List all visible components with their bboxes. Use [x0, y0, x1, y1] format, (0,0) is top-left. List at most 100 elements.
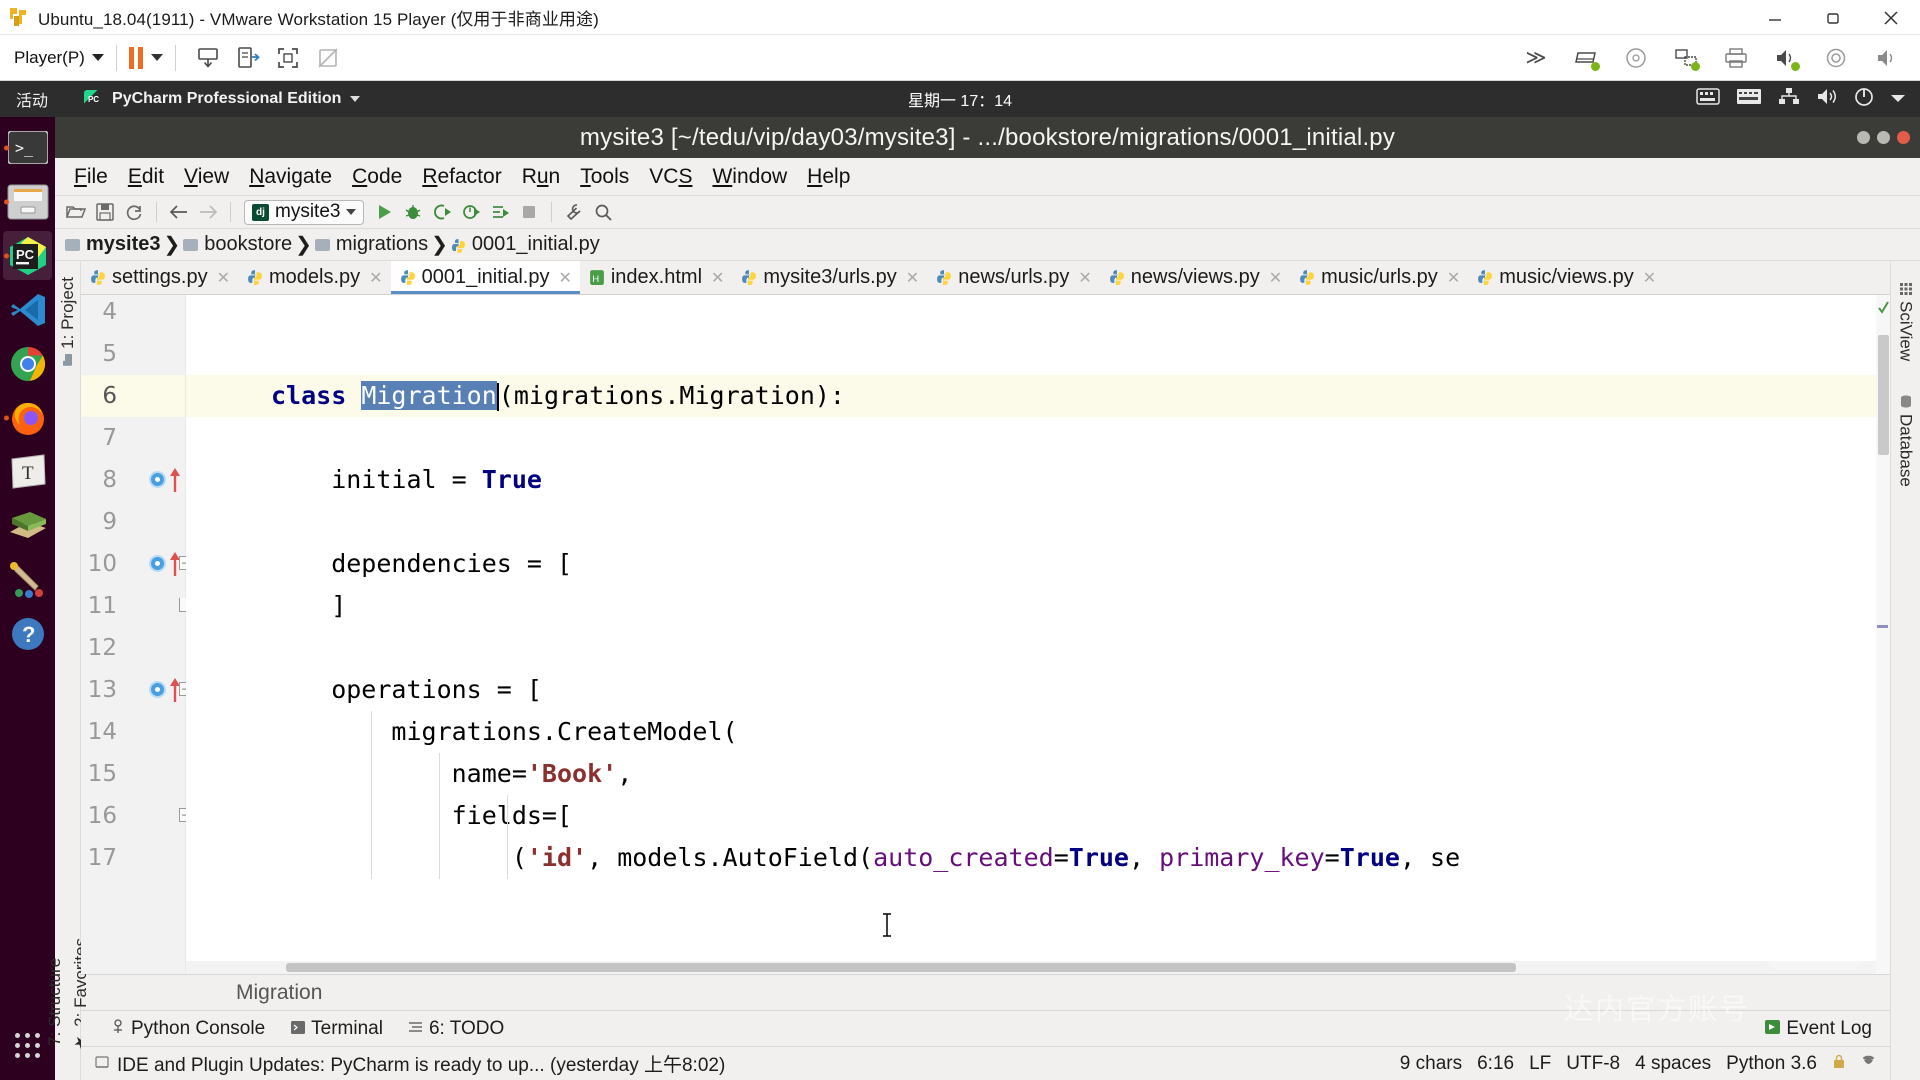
onscreen-keyboard-icon[interactable] [1696, 87, 1720, 111]
close-tab-icon[interactable]: ✕ [1447, 268, 1460, 288]
code-line[interactable] [186, 627, 1890, 669]
status-indent[interactable]: 4 spaces [1635, 1053, 1711, 1075]
network-adapter-icon[interactable] [1669, 43, 1703, 73]
menu-file[interactable]: File [65, 163, 117, 191]
unity-mode-button[interactable] [231, 43, 265, 73]
editor-tab-news-urls-py[interactable]: news/urls.py✕ [927, 261, 1100, 294]
input-method-icon[interactable] [1736, 87, 1762, 111]
editor-tab-music-urls-py[interactable]: music/urls.py✕ [1290, 261, 1468, 294]
activities-button[interactable]: 活动 [16, 87, 48, 111]
run-with-coverage-button[interactable] [429, 199, 455, 225]
status-caret-position[interactable]: 6:16 [1477, 1053, 1514, 1075]
editor-tab-settings-py[interactable]: settings.py✕ [81, 261, 238, 294]
dock-item-chrome[interactable] [3, 339, 52, 388]
status-terminal[interactable]: Terminal [291, 1018, 383, 1040]
app-menu-indicator[interactable]: PC PyCharm Professional Edition [84, 90, 360, 109]
status-interpreter[interactable]: Python 3.6 [1726, 1053, 1817, 1075]
close-tab-icon[interactable]: ✕ [558, 268, 571, 288]
dock-item-help[interactable]: ? [3, 609, 52, 658]
close-tab-icon[interactable]: ✕ [1078, 268, 1091, 288]
expand-toolbar-icon[interactable]: ≫ [1519, 43, 1553, 73]
close-tab-icon[interactable]: ✕ [1269, 268, 1282, 288]
tool-window-structure[interactable]: 7: Structure [45, 958, 65, 1046]
code-line[interactable]: initial = True [186, 459, 1890, 501]
menu-run[interactable]: Run [513, 163, 570, 191]
status-python-console[interactable]: Python Console [111, 1018, 265, 1040]
run-button[interactable] [371, 199, 397, 225]
usb-controller-icon[interactable] [1819, 43, 1853, 73]
full-screen-button[interactable] [271, 43, 305, 73]
menu-help[interactable]: Help [798, 163, 859, 191]
menu-navigate[interactable]: Navigate [240, 163, 341, 191]
dock-item-text-editor[interactable]: T [3, 447, 52, 496]
status-event-log[interactable]: Event Log [1765, 1018, 1872, 1040]
menu-tools[interactable]: Tools [571, 163, 638, 191]
breakpoint-icon[interactable] [149, 471, 166, 488]
code-line[interactable] [186, 417, 1890, 459]
maximize-button[interactable] [1877, 131, 1890, 144]
breadcrumb-0001-initial[interactable]: 0001_initial.py [451, 233, 600, 256]
speaker-icon[interactable] [1869, 43, 1903, 73]
code-line[interactable] [186, 501, 1890, 543]
clock[interactable]: 星期一 17：14 [908, 87, 1012, 111]
code-line[interactable] [186, 295, 1890, 333]
tool-window-database[interactable]: Database [1896, 387, 1916, 495]
dock-item-books[interactable] [3, 501, 52, 550]
dock-item-files[interactable] [3, 177, 52, 226]
breadcrumb-bookstore[interactable]: bookstore [183, 233, 292, 256]
menu-edit[interactable]: Edit [119, 163, 173, 191]
printer-icon[interactable] [1719, 43, 1753, 73]
debug-button[interactable] [400, 199, 426, 225]
editor-tab-0001_initial-py[interactable]: 0001_initial.py✕ [391, 261, 580, 294]
status-line-separator[interactable]: LF [1529, 1053, 1551, 1075]
minimize-button[interactable] [1746, 0, 1804, 35]
volume-icon[interactable] [1816, 87, 1838, 111]
search-everywhere-icon[interactable] [590, 199, 616, 225]
status-notification-text[interactable]: IDE and Plugin Updates: PyCharm is ready… [117, 1050, 725, 1077]
menu-vcs[interactable]: VCS [640, 163, 701, 191]
menu-refactor[interactable]: Refactor [413, 163, 510, 191]
editor-scrollbar[interactable] [1876, 295, 1890, 974]
network-icon[interactable] [1778, 87, 1800, 111]
stop-button[interactable] [516, 199, 542, 225]
tool-window-sciview[interactable]: SciView [1896, 275, 1916, 369]
navigate-back-icon[interactable] [166, 199, 192, 225]
horizontal-scrollbar-thumb[interactable] [286, 963, 1516, 972]
stretch-guest-button[interactable] [311, 43, 345, 73]
dock-item-vscode[interactable] [3, 285, 52, 334]
code-line[interactable]: operations = [ [186, 669, 1890, 711]
code-line[interactable] [186, 333, 1890, 375]
horizontal-scrollbar[interactable] [186, 961, 1876, 974]
hard-disk-icon[interactable] [1569, 43, 1603, 73]
close-tab-icon[interactable]: ✕ [369, 268, 382, 288]
code-line[interactable]: name='Book', [186, 753, 1890, 795]
dock-item-pycharm[interactable]: PC [3, 231, 52, 280]
close-button[interactable] [1862, 0, 1920, 35]
code-line[interactable]: ] [186, 585, 1890, 627]
minimize-button[interactable] [1857, 131, 1870, 144]
send-ctrl-alt-del-button[interactable] [191, 43, 225, 73]
breadcrumb-mysite3[interactable]: mysite3 [65, 233, 161, 256]
lock-icon[interactable] [1832, 1053, 1846, 1075]
profile-button[interactable] [458, 199, 484, 225]
run-tool-window-button[interactable] [487, 199, 513, 225]
breadcrumb-migrations[interactable]: migrations [315, 233, 428, 256]
code-line[interactable]: dependencies = [ [186, 543, 1890, 585]
menu-code[interactable]: Code [343, 163, 411, 191]
pause-vm-button[interactable] [129, 47, 163, 69]
hector-inspection-icon[interactable] [1861, 1053, 1876, 1075]
dock-item-terminal[interactable]: >_ [3, 123, 52, 172]
power-icon[interactable] [1854, 87, 1874, 112]
close-tab-icon[interactable]: ✕ [217, 268, 230, 288]
dock-item-firefox[interactable] [3, 393, 52, 442]
pause-dropdown-chevron-icon[interactable] [151, 54, 163, 61]
open-project-icon[interactable] [63, 199, 89, 225]
close-tab-icon[interactable]: ✕ [906, 268, 919, 288]
code-pane[interactable]: –class Migration(migrations.Migration): … [186, 295, 1890, 974]
gutter-up-arrow-icon[interactable] [169, 468, 181, 490]
close-tab-icon[interactable]: ✕ [711, 268, 724, 288]
code-line[interactable]: ('id', models.AutoField(auto_created=Tru… [186, 837, 1890, 879]
status-encoding[interactable]: UTF-8 [1566, 1053, 1620, 1075]
sync-icon[interactable] [121, 199, 147, 225]
editor-tab-news-views-py[interactable]: news/views.py✕ [1100, 261, 1290, 294]
